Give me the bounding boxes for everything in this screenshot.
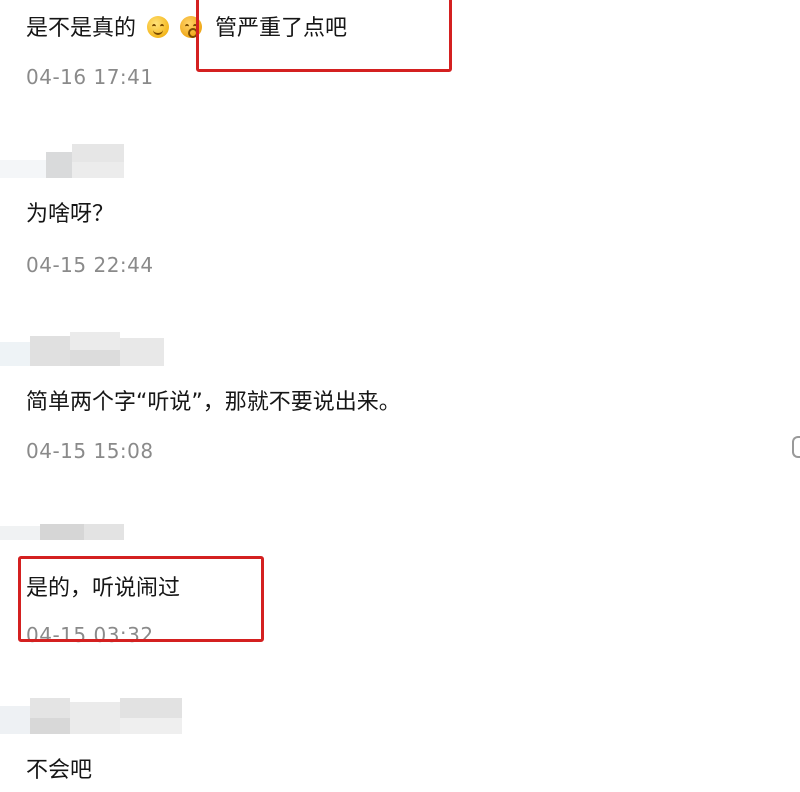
comment-item: 简单两个字“听说”，那就不要说出来。 04-15 15:08 [0, 320, 800, 470]
comment-item: 为啥呀？ 04-15 22:44 [0, 130, 800, 280]
highlight-box [18, 556, 264, 642]
username-blurred [0, 690, 190, 736]
username-blurred [0, 138, 130, 180]
comment-timestamp: 04-15 15:08 [26, 439, 154, 463]
comment-text: 不会吧 [26, 758, 93, 783]
comment-timestamp: 04-16 17:41 [26, 65, 154, 89]
username-blurred [0, 328, 170, 368]
comment-text-main: 是不是真的 [26, 16, 137, 41]
smile-emoji-icon [147, 16, 170, 38]
username-blurred [0, 520, 130, 544]
comment-text: 为啥呀？ [26, 202, 115, 227]
scroll-edge-marker [792, 436, 800, 458]
highlight-box [196, 0, 452, 72]
comment-text: 简单两个字“听说”，那就不要说出来。 [26, 390, 401, 415]
comment-item: 不会吧 [0, 680, 800, 792]
comment-timestamp: 04-15 22:44 [26, 253, 154, 277]
